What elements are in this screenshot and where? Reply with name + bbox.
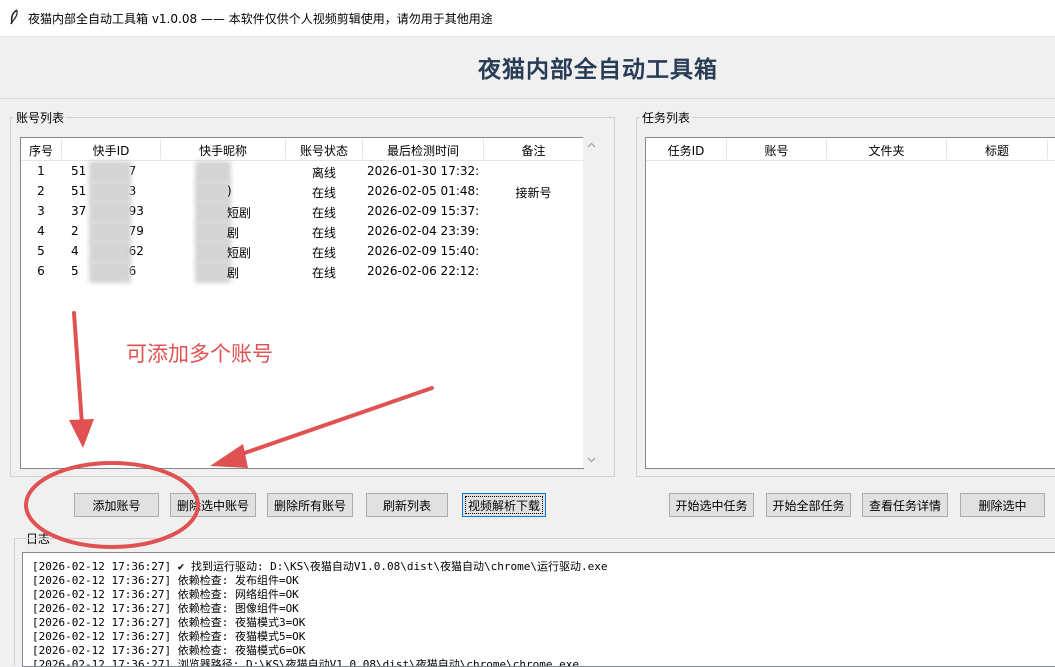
view-task-details-button[interactable]: 查看任务详情 bbox=[862, 493, 948, 517]
accounts-scrollbar[interactable] bbox=[583, 137, 600, 468]
cell-last-check: 2026-02-09 15:37:5 bbox=[367, 204, 479, 218]
annotation-text: 可添加多个账号 bbox=[126, 342, 273, 366]
redacted-nickname bbox=[195, 261, 231, 283]
redacted-nickname bbox=[195, 221, 231, 243]
accounts-table[interactable]: 序号 快手ID 快手昵称 账号状态 最后检测时间 备注 15177离线2026-… bbox=[20, 137, 584, 469]
log-line: [2026-02-12 17:36:27] ✔ 找到运行驱动: D:\KS\夜猫… bbox=[32, 560, 608, 573]
start-selected-task-button[interactable]: 开始选中任务 bbox=[669, 493, 754, 517]
cell-no: 1 bbox=[37, 164, 45, 178]
tasks-table-header: 任务ID 账号 文件夹 标题 bbox=[646, 138, 1055, 161]
accounts-group-label: 账号列表 bbox=[14, 109, 67, 126]
window-title: 夜猫内部全自动工具箱 v1.0.08 —— 本软件仅供个人视频剪辑使用，请勿用于… bbox=[28, 12, 493, 26]
log-line: [2026-02-12 17:36:27] 浏览器路径: D:\KS\夜猫自动V… bbox=[32, 658, 579, 667]
column-header-ks-id[interactable]: 快手ID bbox=[62, 142, 160, 159]
table-row[interactable]: 3 37 793 短剧 在线 2026-02-09 15:37:5 bbox=[21, 201, 583, 223]
cell-last-check: 2026-02-04 23:39:0 bbox=[367, 224, 479, 238]
redacted-nickname bbox=[195, 201, 231, 223]
log-line: [2026-02-12 17:36:27] 依赖检查: 发布组件=OK bbox=[32, 574, 299, 587]
cell-status: 在线 bbox=[311, 226, 336, 240]
cell-last-check: 2026-02-06 22:12:2 bbox=[367, 264, 479, 278]
header-divider bbox=[0, 98, 1055, 99]
redacted-nickname bbox=[195, 161, 231, 183]
cell-last-check: 2026-02-09 15:40:1 bbox=[367, 244, 479, 258]
redacted-id bbox=[89, 221, 131, 243]
cell-status: 在线 bbox=[311, 206, 336, 220]
cell-status: 离线 bbox=[311, 166, 336, 180]
column-header-last-check[interactable]: 最后检测时间 bbox=[363, 142, 483, 159]
column-header-nickname[interactable]: 快手昵称 bbox=[161, 142, 285, 159]
column-header-folder[interactable]: 文件夹 bbox=[827, 142, 946, 159]
delete-selected-accounts-button[interactable]: 删除选中账号 bbox=[170, 493, 256, 517]
accounts-table-header: 序号 快手ID 快手昵称 账号状态 最后检测时间 备注 bbox=[21, 138, 583, 161]
scroll-up-icon[interactable] bbox=[583, 137, 600, 154]
log-textarea[interactable]: [2026-02-12 17:36:27] ✔ 找到运行驱动: D:\KS\夜猫… bbox=[22, 552, 1055, 667]
table-row[interactable]: 6546剧在线2026-02-06 22:12:2 bbox=[21, 261, 583, 283]
column-header-note[interactable]: 备注 bbox=[484, 142, 583, 159]
table-row[interactable]: 5 4 062 短剧 在线 2026-02-09 15:40:1 bbox=[21, 241, 583, 263]
redacted-id bbox=[89, 181, 131, 203]
cell-last-check: 2026-01-30 17:32:1 bbox=[367, 164, 479, 178]
table-row[interactable]: 15177离线2026-01-30 17:32:1 bbox=[21, 161, 583, 183]
tasks-table[interactable]: 任务ID 账号 文件夹 标题 bbox=[645, 137, 1055, 469]
redacted-id bbox=[89, 201, 131, 223]
cell-status: 在线 bbox=[311, 186, 336, 200]
cell-status: 在线 bbox=[311, 266, 336, 280]
log-line: [2026-02-12 17:36:27] 依赖检查: 图像组件=OK bbox=[32, 602, 299, 615]
cell-nickname-tail: 短剧 bbox=[227, 246, 252, 260]
column-header-task-id[interactable]: 任务ID bbox=[646, 142, 726, 159]
cell-nickname-tail: 剧 bbox=[227, 226, 240, 240]
tasks-group-label: 任务列表 bbox=[640, 109, 693, 126]
redacted-nickname bbox=[195, 181, 231, 203]
redacted-nickname bbox=[195, 241, 231, 263]
cell-last-check: 2026-02-05 01:48:0 bbox=[367, 184, 479, 198]
column-header-no[interactable]: 序号 bbox=[21, 142, 61, 159]
add-account-button[interactable]: 添加账号 bbox=[74, 493, 159, 517]
cell-no: 2 bbox=[37, 184, 45, 198]
cell-nickname-tail: 短剧 bbox=[227, 206, 252, 220]
log-line: [2026-02-12 17:36:27] 依赖检查: 网络组件=OK bbox=[32, 588, 299, 601]
cell-no: 3 bbox=[37, 204, 45, 218]
log-line: [2026-02-12 17:36:27] 依赖检查: 夜猫模式6=OK bbox=[32, 644, 306, 657]
video-parse-download-button[interactable]: 视频解析下载 bbox=[462, 493, 546, 517]
redacted-id bbox=[89, 161, 131, 183]
table-row[interactable]: 25133)在线2026-02-05 01:48:0接新号 bbox=[21, 181, 583, 203]
delete-selected-task-button[interactable]: 删除选中 bbox=[960, 493, 1045, 517]
column-header-status[interactable]: 账号状态 bbox=[286, 142, 362, 159]
table-row[interactable]: 4 2 279 剧在线 2026-02-04 23:39:0 bbox=[21, 221, 583, 243]
cell-no: 5 bbox=[37, 244, 45, 258]
log-line: [2026-02-12 17:36:27] 依赖检查: 夜猫模式5=OK bbox=[32, 630, 306, 643]
feather-icon bbox=[10, 9, 18, 25]
redacted-id bbox=[89, 241, 131, 263]
cell-note: 接新号 bbox=[515, 186, 552, 200]
cell-nickname-tail: ) bbox=[227, 184, 232, 198]
cell-status: 在线 bbox=[311, 246, 336, 260]
app-title: 夜猫内部全自动工具箱 bbox=[478, 57, 718, 83]
redacted-id bbox=[89, 261, 131, 283]
start-all-tasks-button[interactable]: 开始全部任务 bbox=[766, 493, 851, 517]
log-line: [2026-02-12 17:36:27] 依赖检查: 夜猫模式3=OK bbox=[32, 616, 306, 629]
cell-no: 4 bbox=[37, 224, 45, 238]
column-header-title[interactable]: 标题 bbox=[947, 142, 1047, 159]
delete-all-accounts-button[interactable]: 删除所有账号 bbox=[267, 493, 353, 517]
window-titlebar: 夜猫内部全自动工具箱 v1.0.08 —— 本软件仅供个人视频剪辑使用，请勿用于… bbox=[0, 0, 1055, 37]
refresh-list-button[interactable]: 刷新列表 bbox=[366, 493, 448, 517]
cell-nickname-tail: 剧 bbox=[227, 266, 240, 280]
column-header-account[interactable]: 账号 bbox=[727, 142, 826, 159]
scroll-down-icon[interactable] bbox=[583, 451, 600, 468]
cell-no: 6 bbox=[37, 264, 45, 278]
